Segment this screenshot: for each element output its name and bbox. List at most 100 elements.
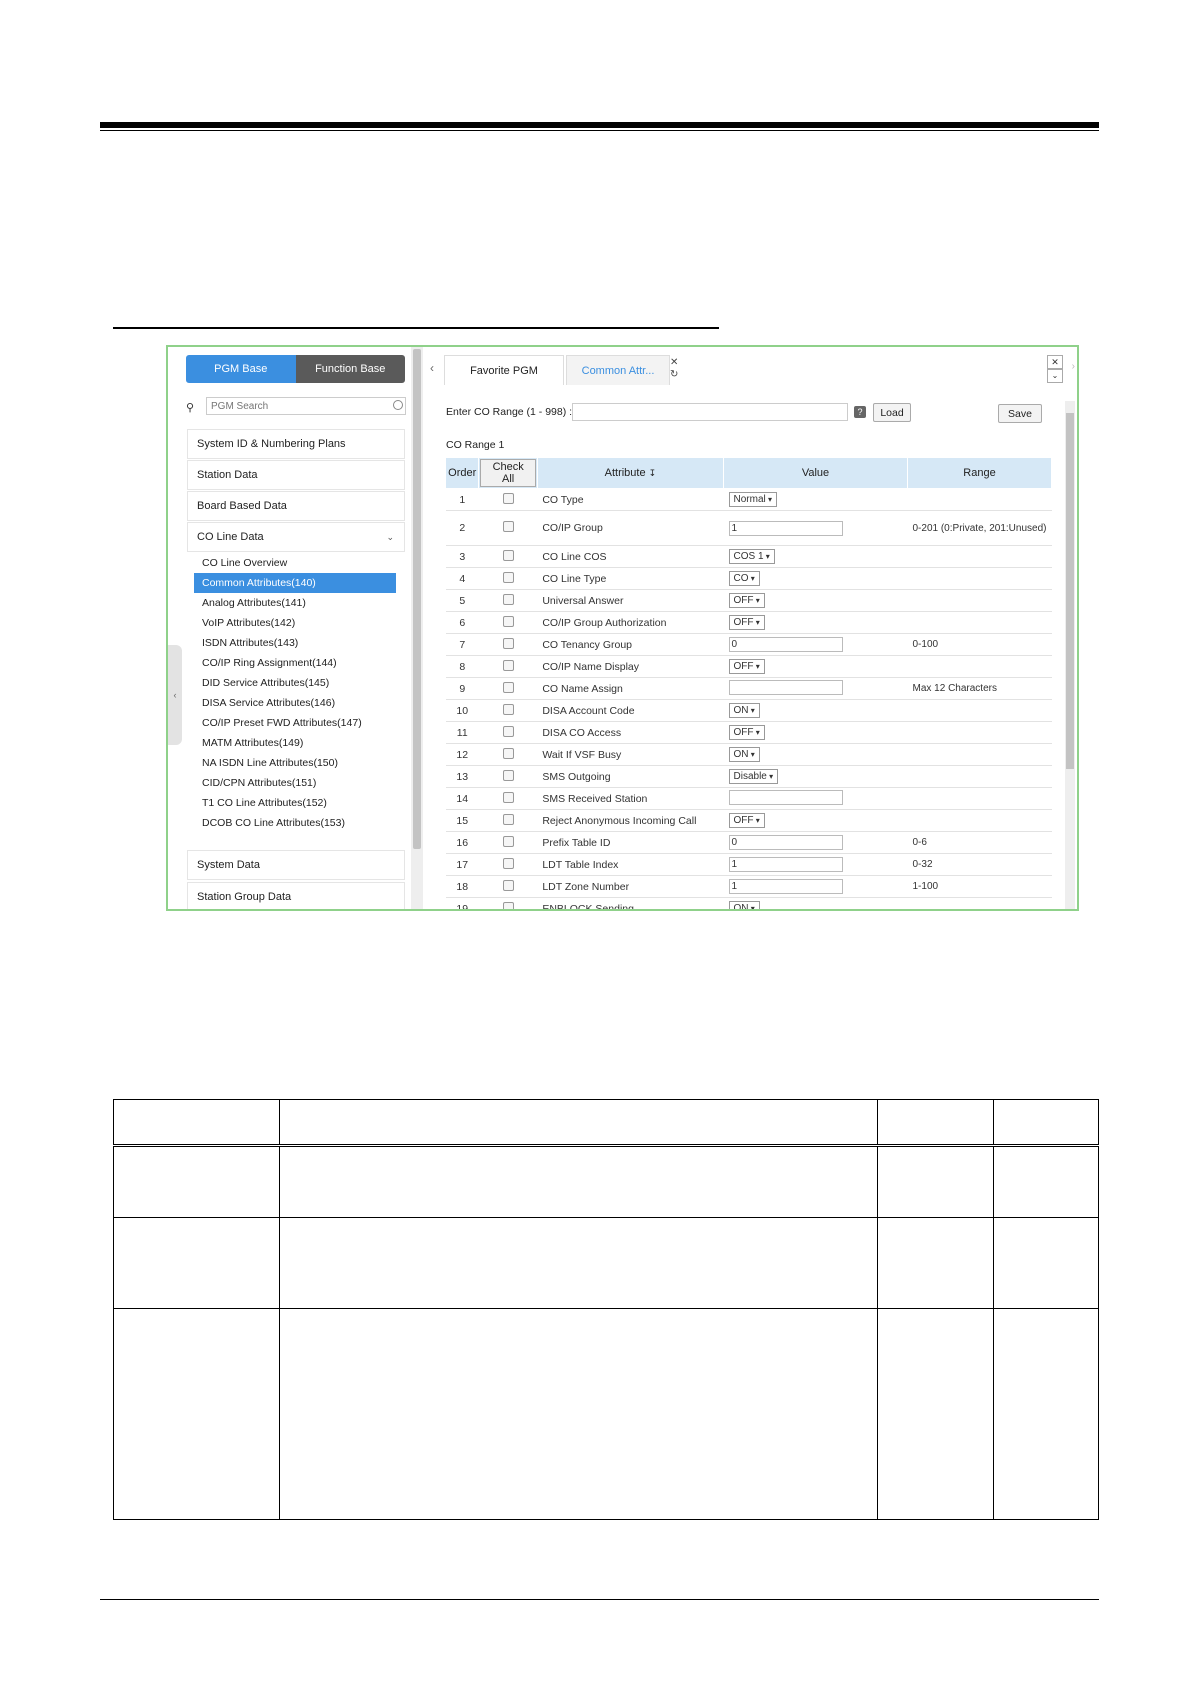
value-input[interactable] — [728, 679, 843, 695]
load-button[interactable]: Load — [873, 403, 911, 422]
row-order: 1 — [445, 488, 479, 511]
row-checkbox[interactable] — [502, 615, 514, 627]
row-value-cell: 1 — [723, 875, 908, 898]
subitem-voip-attributes[interactable]: VoIP Attributes(142) — [194, 613, 396, 633]
subitem-common-attributes[interactable]: Common Attributes(140) — [194, 573, 396, 593]
spec-cell — [877, 1308, 994, 1520]
row-value-cell — [723, 677, 908, 700]
row-checkbox-cell — [478, 655, 538, 678]
table-row: 16 Prefix Table ID 0 0-6 — [445, 831, 1052, 854]
tab-function-base[interactable]: Function Base — [295, 355, 405, 383]
menu-station-data[interactable]: Station Data — [187, 460, 405, 490]
right-scrollbar-thumb[interactable] — [1066, 413, 1074, 769]
menu-co-line-data[interactable]: CO Line Data ⌄ — [187, 522, 405, 552]
row-attribute: Prefix Table ID — [537, 831, 724, 854]
menu-system-id[interactable]: System ID & Numbering Plans — [187, 429, 405, 459]
row-checkbox[interactable] — [502, 857, 514, 869]
co-range-input[interactable] — [572, 403, 848, 421]
row-checkbox[interactable] — [502, 492, 514, 504]
close-all-icon[interactable]: ✕ — [1047, 355, 1063, 369]
row-checkbox[interactable] — [502, 813, 514, 825]
chevron-down-icon: ⌄ — [386, 532, 394, 542]
row-checkbox[interactable] — [502, 769, 514, 781]
row-checkbox[interactable] — [502, 659, 514, 671]
row-value-cell: OFF — [723, 589, 908, 612]
row-checkbox[interactable] — [502, 725, 514, 737]
menu-board-based-data[interactable]: Board Based Data — [187, 491, 405, 521]
tabs-next-icon[interactable]: › — [1072, 361, 1075, 372]
value-select[interactable]: OFF — [728, 813, 765, 828]
row-order: 16 — [445, 831, 479, 854]
row-checkbox[interactable] — [502, 593, 514, 605]
row-checkbox-cell — [478, 809, 538, 832]
row-checkbox[interactable] — [502, 521, 514, 532]
value-input[interactable]: 1 — [728, 879, 843, 894]
row-checkbox[interactable] — [502, 879, 514, 891]
row-checkbox-cell — [478, 633, 538, 656]
subitem-coip-preset-fwd[interactable]: CO/IP Preset FWD Attributes(147) — [194, 713, 396, 733]
subitem-analog-attributes[interactable]: Analog Attributes(141) — [194, 593, 396, 613]
subitem-coip-ring-assignment[interactable]: CO/IP Ring Assignment(144) — [194, 653, 396, 673]
row-attribute: Universal Answer — [537, 589, 724, 612]
value-select[interactable]: ON — [728, 703, 760, 718]
subitem-matm-attributes[interactable]: MATM Attributes(149) — [194, 733, 396, 753]
tabs-prev-icon[interactable]: ‹ — [430, 361, 434, 375]
value-input[interactable]: 0 — [728, 637, 843, 652]
subitem-disa-service-attributes[interactable]: DISA Service Attributes(146) — [194, 693, 396, 713]
subitem-dcob-co-line[interactable]: DCOB CO Line Attributes(153) — [194, 813, 396, 833]
row-checkbox-cell — [478, 897, 538, 909]
value-input[interactable]: 1 — [728, 857, 843, 872]
clear-search-icon[interactable] — [393, 400, 403, 410]
row-value-cell: OFF — [723, 809, 908, 832]
sort-icon[interactable]: ↧ — [649, 468, 657, 478]
row-checkbox[interactable] — [502, 901, 514, 909]
value-select[interactable]: ON — [728, 901, 760, 909]
refresh-icon[interactable]: ↻ — [670, 369, 678, 380]
value-select[interactable]: OFF — [728, 615, 765, 630]
save-button[interactable]: Save — [998, 404, 1042, 423]
pgm-search-input[interactable] — [206, 397, 406, 415]
tab-common-attributes[interactable]: Common Attr... — [566, 355, 670, 385]
row-checkbox[interactable] — [502, 637, 514, 649]
value-input[interactable]: 0 — [728, 835, 843, 850]
row-value-cell: ON — [723, 699, 908, 722]
left-scrollbar-thumb[interactable] — [413, 349, 421, 849]
subitem-cid-cpn-attributes[interactable]: CID/CPN Attributes(151) — [194, 773, 396, 793]
value-select[interactable]: ON — [728, 747, 760, 762]
subitem-did-service-attributes[interactable]: DID Service Attributes(145) — [194, 673, 396, 693]
value-select[interactable]: Disable — [728, 769, 779, 784]
value-select[interactable]: OFF — [728, 725, 765, 740]
row-checkbox[interactable] — [502, 747, 514, 759]
help-icon[interactable]: ? — [854, 406, 866, 418]
value-select[interactable]: OFF — [728, 659, 765, 674]
spec-header-cell — [877, 1099, 994, 1147]
row-order: 18 — [445, 875, 479, 898]
row-checkbox[interactable] — [502, 703, 514, 715]
row-checkbox[interactable] — [502, 571, 514, 583]
value-select[interactable]: COS 1 — [728, 549, 775, 564]
tab-favorite-pgm[interactable]: Favorite PGM — [444, 355, 564, 385]
subitem-t1-co-line[interactable]: T1 CO Line Attributes(152) — [194, 793, 396, 813]
table-row: 1 CO Type Normal — [445, 488, 1052, 511]
row-checkbox[interactable] — [502, 549, 514, 561]
check-all-button[interactable]: Check All — [480, 459, 536, 487]
row-checkbox[interactable] — [502, 681, 514, 693]
co-range-title: CO Range 1 — [446, 439, 505, 451]
subitem-isdn-attributes[interactable]: ISDN Attributes(143) — [194, 633, 396, 653]
value-select[interactable]: CO — [728, 571, 760, 586]
menu-station-group-data[interactable]: Station Group Data — [187, 882, 405, 909]
subitem-na-isdn-line[interactable]: NA ISDN Line Attributes(150) — [194, 753, 396, 773]
menu-system-data[interactable]: System Data — [187, 850, 405, 880]
tab-pgm-base[interactable]: PGM Base — [186, 355, 296, 383]
value-select[interactable]: OFF — [728, 593, 765, 608]
collapse-panel-handle[interactable]: ‹ — [168, 645, 182, 745]
row-attribute: CO/IP Group — [537, 510, 724, 546]
value-input[interactable]: 1 — [728, 520, 843, 536]
value-input[interactable] — [728, 789, 843, 805]
close-tab-icon[interactable]: ✕ — [670, 357, 678, 368]
subitem-co-line-overview[interactable]: CO Line Overview — [194, 553, 396, 573]
tab-list-icon[interactable]: ⌄ — [1047, 369, 1063, 383]
row-checkbox[interactable] — [502, 835, 514, 847]
value-select[interactable]: Normal — [728, 492, 777, 507]
row-checkbox[interactable] — [502, 791, 514, 803]
